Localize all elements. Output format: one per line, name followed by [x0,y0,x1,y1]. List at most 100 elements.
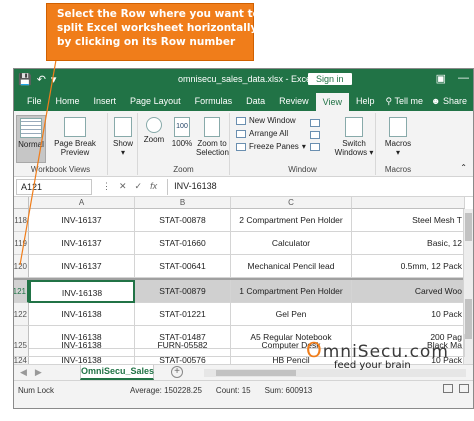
column-header-d[interactable] [352,197,465,209]
normal-view-button[interactable]: Normal [16,115,46,163]
zoom-100-icon: 100 [174,117,190,137]
cell-description[interactable]: Basic, 12 [352,232,465,255]
cell-product-code[interactable]: STAT-00878 [135,209,231,232]
cell-product-name[interactable]: Calculator [231,232,352,255]
new-window-button[interactable]: New Window [236,116,296,125]
collapse-ribbon-icon[interactable]: ⌃ [460,163,467,172]
sign-in-button[interactable]: Sign in [308,73,352,85]
macros-button[interactable]: Macros ▾ [380,115,416,157]
column-header-a[interactable]: A [29,197,135,209]
page-break-preview-icon [64,117,86,137]
tab-formulas[interactable]: Formulas [188,96,240,111]
add-sheet-icon[interactable]: + [171,366,183,378]
minimize-icon[interactable]: — [458,72,469,85]
new-window-icon [236,116,246,125]
cell-product-code[interactable]: STAT-01660 [135,232,231,255]
sheet-tab-omnisecu-sales[interactable]: OmniSecu_Sales [80,365,154,380]
arrange-all-button[interactable]: Arrange All [236,129,288,138]
tab-file[interactable]: File [20,96,49,111]
customize-qat-icon[interactable]: ▾ [51,73,57,86]
share-button[interactable]: ☻ Share [431,96,467,107]
page-break-label-1: Page Break [54,139,96,148]
active-cell[interactable]: INV-16138 [29,280,135,303]
tab-view[interactable]: View [315,93,349,111]
next-sheet-icon[interactable]: ▶ [35,367,42,378]
vertical-scroll-thumb-bottom[interactable] [465,299,472,339]
tab-help[interactable]: Help [349,96,382,111]
cell-invoice[interactable]: INV-16137 [29,209,135,232]
cell-description[interactable]: 0.5mm, 12 Pack [352,255,465,278]
cancel-icon[interactable]: ✕ [119,181,127,192]
average-stat: Average: 150228.25 [130,386,202,395]
view-buttons [443,384,469,393]
cell-description[interactable]: Carved Woo [352,280,465,303]
hide-icon[interactable] [310,131,320,139]
table-row: 120 INV-16137 STAT-00641 Mechanical Penc… [14,255,473,278]
unhide-icon[interactable] [310,143,320,151]
row-header[interactable]: 119 [14,232,29,255]
cell-invoice[interactable]: INV-16137 [29,255,135,278]
split-icon[interactable] [310,119,320,127]
zoom-100-button[interactable]: 100 100% [170,115,194,148]
row-header[interactable]: 125 [14,334,29,357]
group-workbook-views: Normal Page Break Preview Workbook Views [14,113,108,175]
select-all-corner[interactable] [14,197,29,209]
vertical-scroll-thumb-top[interactable] [465,213,472,241]
name-box[interactable]: A121 [16,178,92,195]
formula-input[interactable]: INV-16138 [167,178,473,195]
cell-product-code[interactable]: STAT-00879 [135,280,231,303]
show-button[interactable]: Show ▾ [110,115,136,157]
selection-stats: Average: 150228.25 Count: 15 Sum: 600913 [130,386,312,395]
zoom-group-label: Zoom [173,165,194,174]
switch-label-2: Windows [334,148,368,157]
fx-icon[interactable]: fx [150,181,157,192]
tab-insert[interactable]: Insert [87,96,124,111]
window-group-label: Window [288,165,317,174]
undo-icon[interactable]: ↶ [37,73,46,86]
save-icon[interactable]: 💾 [18,73,32,86]
zoom-to-label-2: Selection [196,148,229,157]
tab-home[interactable]: Home [49,96,87,111]
quick-access-toolbar: 💾 ↶ ▾ [18,73,56,86]
cell-invoice[interactable]: INV-16138 [29,334,135,357]
cell-invoice[interactable]: INV-16137 [29,232,135,255]
enter-icon[interactable]: ✓ [135,181,143,192]
tab-page-layout[interactable]: Page Layout [123,96,188,111]
freeze-panes-button[interactable]: Freeze Panes ▾ [236,142,306,151]
cell-description[interactable]: 10 Pack [352,303,465,326]
zoom-to-selection-button[interactable]: Zoom to Selection [196,115,229,157]
watermark-o: O [306,338,323,362]
tab-review[interactable]: Review [272,96,316,111]
row-header[interactable]: 120 [14,255,29,278]
prev-sheet-icon[interactable]: ◀ [20,367,27,378]
column-header-c[interactable]: C [231,197,352,209]
switch-windows-button[interactable]: Switch Windows ▾ [334,115,374,157]
horizontal-scroll-thumb[interactable] [216,370,296,376]
cell-invoice[interactable]: INV-16138 [29,303,135,326]
workbook-views-label: Workbook Views [30,165,91,174]
count-stat: Count: 15 [215,386,251,395]
row-number: 121 [13,286,26,296]
cell-product-name[interactable]: Mechanical Pencil lead [231,255,352,278]
cell-product-code[interactable]: STAT-01221 [135,303,231,326]
zoom-button[interactable]: Zoom [140,115,168,144]
cell-product-code[interactable]: FURN-05582 [135,334,231,357]
cell-product-name[interactable]: Gel Pen [231,303,352,326]
normal-view-status-icon[interactable] [443,384,453,393]
tab-data[interactable]: Data [239,96,272,111]
ribbon-display-icon[interactable]: ▣ [436,72,446,85]
table-row: 122 INV-16138 STAT-01221 Gel Pen 10 Pack [14,303,473,326]
column-header-b[interactable]: B [135,197,231,209]
cell-description[interactable]: Steel Mesh T [352,209,465,232]
cell-product-code[interactable]: STAT-00641 [135,255,231,278]
row-header[interactable]: 118 [14,209,29,232]
row-header[interactable]: 122 [14,303,29,326]
window-small-icons [310,119,320,127]
tell-me-search[interactable]: ⚲ Tell me [386,96,423,107]
page-layout-status-icon[interactable] [459,384,469,393]
cell-product-name[interactable]: 2 Compartment Pen Holder [231,209,352,232]
page-break-preview-button[interactable]: Page Break Preview [48,115,102,157]
cell-product-name[interactable]: 1 Compartment Pen Holder [231,280,352,303]
freeze-panes-label: Freeze Panes [249,142,299,151]
row-header-selected[interactable]: ➔121 [14,280,29,303]
